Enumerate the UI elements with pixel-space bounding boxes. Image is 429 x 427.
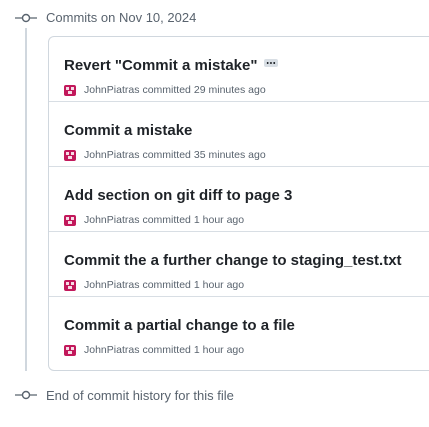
commit-title-link[interactable]: Commit a partial change to a file: [64, 317, 295, 334]
commit-action: committed: [142, 149, 191, 161]
commit-time: 1 hour ago: [193, 344, 245, 356]
commit-row: Add section on git diff to page 3 JohnPi…: [49, 167, 429, 232]
avatar[interactable]: [64, 214, 76, 226]
commit-title-link[interactable]: Commit a mistake: [64, 122, 192, 139]
commit-time: 1 hour ago: [193, 279, 245, 291]
commit-meta: JohnPiatras committed 1 hour ago: [64, 214, 244, 226]
avatar[interactable]: [64, 149, 76, 161]
commit-action: committed: [142, 84, 191, 96]
commit-action: committed: [142, 344, 191, 356]
commit-time: 1 hour ago: [193, 214, 245, 226]
commit-row: Commit a partial change to a file JohnPi…: [49, 297, 429, 362]
commit-group-header: Commits on Nov 10, 2024: [46, 10, 197, 25]
end-of-history-label: End of commit history for this file: [46, 388, 234, 403]
commit-title-link[interactable]: Add section on git diff to page 3: [64, 187, 292, 204]
author-link[interactable]: JohnPiatras: [84, 344, 139, 356]
author-link[interactable]: JohnPiatras: [84, 84, 139, 96]
commit-action: committed: [142, 214, 191, 226]
git-commit-icon: [15, 389, 37, 401]
git-commit-icon: [15, 12, 37, 24]
commit-meta: JohnPiatras committed 1 hour ago: [64, 279, 244, 291]
author-link[interactable]: JohnPiatras: [84, 279, 139, 291]
avatar[interactable]: [64, 279, 76, 291]
commit-time: 35 minutes ago: [193, 149, 266, 161]
commit-meta: JohnPiatras committed 35 minutes ago: [64, 149, 266, 161]
timeline-line: [25, 28, 27, 371]
commit-row: Revert "Commit a mistake" JohnPiatras co…: [49, 37, 429, 102]
commit-title-link[interactable]: Revert "Commit a mistake": [64, 57, 279, 74]
commit-list: Revert "Commit a mistake" JohnPiatras co…: [48, 36, 429, 371]
commit-row: Commit the a further change to staging_t…: [49, 232, 429, 297]
commit-row: Commit a mistake JohnPiatras committed 3…: [49, 102, 429, 167]
author-link[interactable]: JohnPiatras: [84, 214, 139, 226]
commit-action: committed: [142, 279, 191, 291]
commit-title-link[interactable]: Commit the a further change to staging_t…: [64, 252, 402, 269]
commit-time: 29 minutes ago: [193, 84, 266, 96]
author-link[interactable]: JohnPiatras: [84, 149, 139, 161]
commit-history-page: Commits on Nov 10, 2024 Revert "Commit a…: [0, 0, 429, 427]
ellipsis-icon[interactable]: [264, 59, 279, 68]
avatar[interactable]: [64, 344, 76, 356]
commit-title-text: Revert "Commit a mistake": [64, 57, 258, 74]
avatar[interactable]: [64, 84, 76, 96]
commit-meta: JohnPiatras committed 1 hour ago: [64, 344, 244, 356]
commit-meta: JohnPiatras committed 29 minutes ago: [64, 84, 266, 96]
